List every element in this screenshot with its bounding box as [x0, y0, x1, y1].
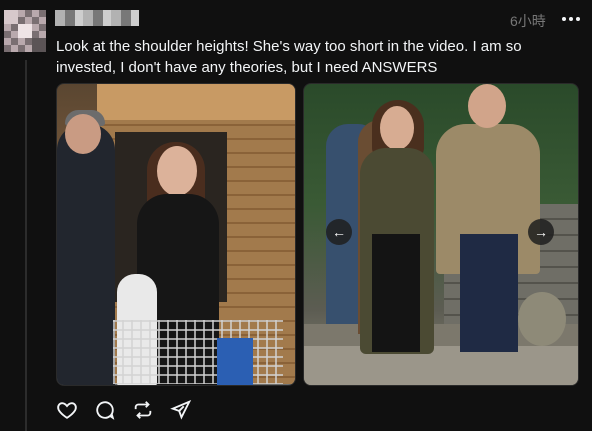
carousel-next-button[interactable]: →: [528, 219, 554, 245]
post-image-1[interactable]: [56, 83, 296, 386]
carousel-prev-button[interactable]: ←: [326, 219, 352, 245]
comment-icon[interactable]: [94, 399, 116, 421]
avatar[interactable]: [4, 10, 46, 52]
username-redacted[interactable]: [55, 10, 139, 26]
repost-icon[interactable]: [132, 399, 154, 421]
more-options-icon[interactable]: [562, 10, 580, 28]
post-image-2[interactable]: ← →: [303, 83, 579, 386]
thread-line: [25, 60, 27, 431]
share-icon[interactable]: [170, 399, 192, 421]
post-text: Look at the shoulder heights! She's way …: [56, 38, 522, 76]
post-actions: [56, 399, 192, 421]
post-timestamp: 6小時: [510, 13, 546, 29]
heart-icon[interactable]: [56, 399, 78, 421]
